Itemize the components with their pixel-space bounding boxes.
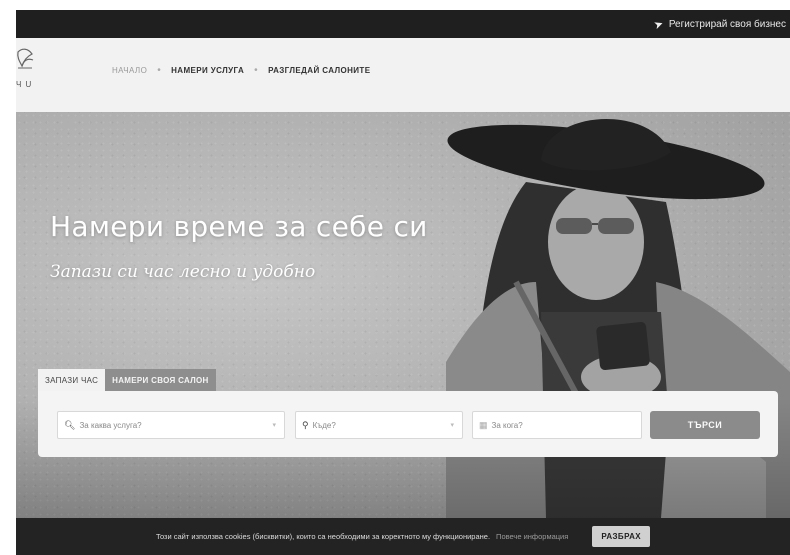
calendar-icon: ▦ xyxy=(479,419,488,430)
chevron-down-icon: ▾ xyxy=(450,422,454,429)
lotus-logo-icon xyxy=(17,48,34,69)
service-placeholder: За каква услуга? xyxy=(79,420,142,430)
register-business-label: Регистрирай своя бизнес xyxy=(668,18,786,30)
cookie-text: Този сайт използва cookies (бисквитки), … xyxy=(155,532,491,541)
date-placeholder: За кога? xyxy=(491,420,523,430)
hero-subtitle: Запази си час лесно и удобно xyxy=(50,262,316,282)
hero-banner: Намери време за себе си Запази си час ле… xyxy=(16,112,790,518)
nav-separator: • xyxy=(157,65,162,76)
search-panel: 🔍︎ За каква услуга? ▾ ⚲ Къде? ▾ ▦ За ког… xyxy=(38,391,778,457)
service-select[interactable]: 🔍︎ За каква услуга? ▾ xyxy=(57,411,285,439)
date-field[interactable]: ▦ За кога? xyxy=(472,411,642,439)
nav-item-find-service[interactable]: НАМЕРИ УСЛУГА xyxy=(171,66,244,75)
nav-item-home[interactable]: НАЧАЛО xyxy=(112,66,147,75)
nav-item-browse-salons[interactable]: РАЗГЛЕДАЙ САЛОНИТЕ xyxy=(268,66,370,75)
main-nav: НАЧАЛО • НАМЕРИ УСЛУГА • РАЗГЛЕДАЙ САЛОН… xyxy=(112,65,370,76)
search-button[interactable]: ТЪРСИ xyxy=(650,411,760,439)
cookie-more-info-link[interactable]: Повече информация xyxy=(496,532,568,541)
search-tabs: ЗАПАЗИ ЧАС НАМЕРИ СВОЯ САЛОН xyxy=(38,369,216,391)
search-icon: 🔍︎ xyxy=(64,419,76,430)
page: ➤ Регистрирай своя бизнес Ч U НАЧАЛО • Н… xyxy=(0,0,790,555)
paper-plane-icon: ➤ xyxy=(651,17,665,32)
location-select[interactable]: ⚲ Къде? ▾ xyxy=(295,411,463,439)
tab-find-salon[interactable]: НАМЕРИ СВОЯ САЛОН xyxy=(105,369,216,391)
cookie-consent-bar: Този сайт използва cookies (бисквитки), … xyxy=(16,518,790,555)
nav-separator: • xyxy=(254,65,259,76)
navigation-bar: Ч U НАЧАЛО • НАМЕРИ УСЛУГА • РАЗГЛЕДАЙ С… xyxy=(16,38,790,112)
logo-text: Ч U xyxy=(16,80,33,89)
hero-title: Намери време за себе си xyxy=(50,210,428,243)
location-placeholder: Къде? xyxy=(312,420,336,430)
cookie-accept-button[interactable]: РАЗБРАХ xyxy=(592,526,651,547)
top-bar: ➤ Регистрирай своя бизнес xyxy=(16,10,790,38)
map-marker-icon: ⚲ xyxy=(302,419,309,430)
register-business-link[interactable]: ➤ Регистрирай своя бизнес xyxy=(651,17,786,32)
tab-book-appointment[interactable]: ЗАПАЗИ ЧАС xyxy=(38,369,106,391)
site-logo[interactable]: Ч U xyxy=(16,46,46,92)
chevron-down-icon: ▾ xyxy=(272,422,276,429)
